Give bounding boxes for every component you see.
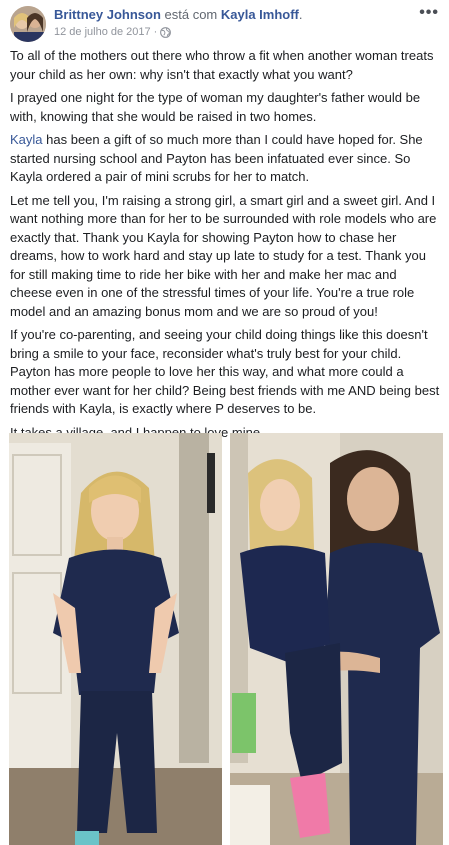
post-paragraph: If you're co-parenting, and seeing your …: [10, 327, 440, 416]
post-text: To all of the mothers out there who thro…: [10, 47, 442, 447]
post-date[interactable]: 12 de julho de 2017: [54, 26, 151, 38]
globe-icon[interactable]: [160, 26, 172, 38]
post-paragraph-text: has been a gift of so much more than I c…: [10, 132, 423, 184]
post-paragraph: I prayed one night for the type of woman…: [10, 90, 421, 124]
tagged-name[interactable]: Kayla Imhoff: [221, 7, 299, 22]
tagged-suffix: .: [298, 7, 303, 22]
post-paragraph: Let me tell you, I'm raising a strong gi…: [10, 192, 437, 319]
post-header: Brittney Johnson está com Kayla Imhoff. …: [10, 5, 439, 42]
photo-girl-and-kayla[interactable]: [230, 433, 443, 845]
photo-girl-in-scrubs[interactable]: [9, 433, 222, 845]
post-meta: 12 de julho de 2017 ·: [54, 26, 172, 38]
author-line: Brittney Johnson está com Kayla Imhoff.: [54, 7, 303, 22]
author-verb: está com: [160, 7, 221, 22]
avatar-photo: [10, 6, 46, 42]
more-options-icon[interactable]: •••: [419, 5, 439, 21]
post-paragraph: To all of the mothers out there who thro…: [10, 48, 434, 82]
mention-link[interactable]: Kayla: [10, 132, 43, 147]
avatar[interactable]: [10, 6, 46, 42]
photo-grid: [0, 430, 449, 845]
post-paragraph: Kayla has been a gift of so much more th…: [10, 131, 442, 187]
photo-image: [9, 433, 222, 845]
photo-image: [230, 433, 443, 845]
author-name[interactable]: Brittney Johnson: [54, 7, 161, 22]
meta-separator: ·: [153, 26, 158, 38]
